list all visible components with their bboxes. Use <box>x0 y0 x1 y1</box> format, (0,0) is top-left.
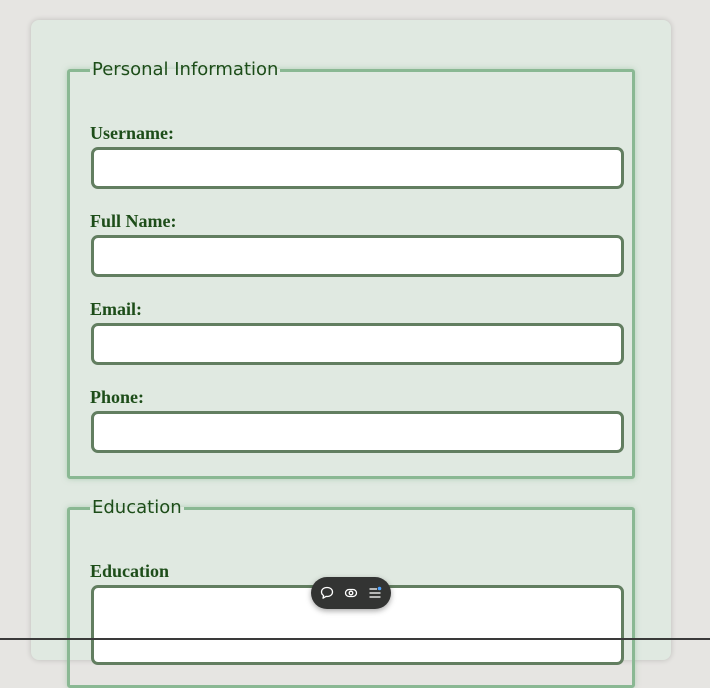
list-settings-icon[interactable] <box>367 585 383 601</box>
eye-icon[interactable] <box>343 585 359 601</box>
full-name-input[interactable] <box>91 235 624 277</box>
personal-information-legend: Personal Information <box>92 59 279 80</box>
education-legend: Education <box>92 497 182 518</box>
personal-information-fieldset: Personal Information Username: Full Name… <box>67 60 635 479</box>
email-label: Email: <box>90 299 142 319</box>
floating-toolbar <box>311 577 391 609</box>
phone-label: Phone: <box>90 387 144 407</box>
form-card: Personal Information Username: Full Name… <box>31 20 671 688</box>
education-label: Education <box>90 561 170 581</box>
phone-input[interactable] <box>91 411 624 453</box>
email-input[interactable] <box>91 323 624 365</box>
username-input[interactable] <box>91 147 624 189</box>
full-name-label: Full Name: <box>90 211 177 231</box>
username-label: Username: <box>90 123 174 143</box>
comment-icon[interactable] <box>319 585 335 601</box>
